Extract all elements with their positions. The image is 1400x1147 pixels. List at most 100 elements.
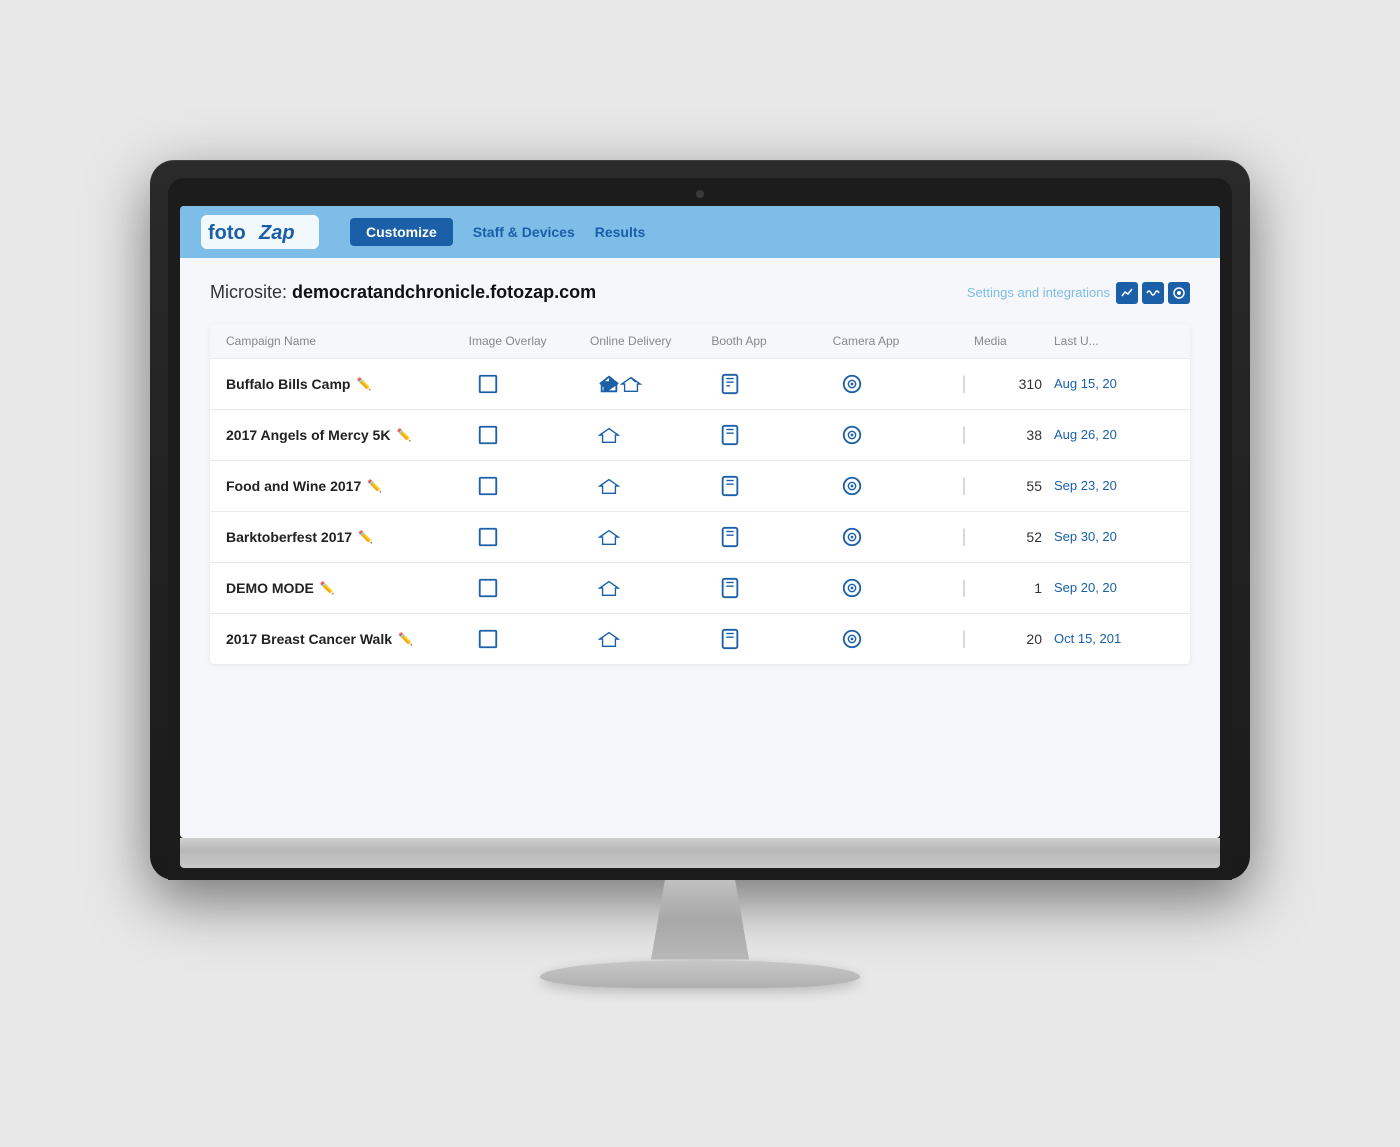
date-4: Sep 20, 20 — [1054, 580, 1174, 595]
svg-text:foto: foto — [208, 222, 246, 244]
app-header: foto Zap Customize Staff & Devices Resul… — [180, 206, 1220, 258]
campaign-name-text-0: Buffalo Bills Camp — [226, 376, 350, 392]
results-link[interactable]: Results — [595, 224, 646, 240]
edit-icon-0[interactable]: ✏️ — [356, 377, 371, 391]
table-row: 2017 Angels of Mercy 5K ✏️ — [210, 410, 1190, 461]
media-count-3: 52 — [974, 529, 1054, 545]
booth-app-icon-5[interactable] — [711, 628, 832, 650]
microsite-label: Microsite: — [210, 282, 287, 302]
camera-app-icon-1[interactable] — [833, 424, 954, 446]
campaign-name-text-1: 2017 Angels of Mercy 5K — [226, 427, 390, 443]
divider-0: | — [954, 373, 974, 394]
image-overlay-icon-2[interactable] — [469, 475, 590, 497]
table-row: Buffalo Bills Camp ✏️ — [210, 359, 1190, 410]
monitor-bezel: foto Zap Customize Staff & Devices Resul… — [168, 178, 1232, 880]
camera-app-icon-5[interactable] — [833, 628, 954, 650]
microsite-title: Microsite: democratandchronicle.fotozap.… — [210, 282, 596, 303]
online-delivery-icon-2[interactable] — [590, 475, 711, 497]
booth-app-icon-1[interactable] — [711, 424, 832, 446]
table-row: 2017 Breast Cancer Walk ✏️ — [210, 614, 1190, 664]
divider-2: | — [954, 475, 974, 496]
image-overlay-icon-3[interactable] — [469, 526, 590, 548]
booth-app-icon-3[interactable] — [711, 526, 832, 548]
camera-app-icon-0[interactable] — [833, 373, 954, 395]
image-overlay-icon-1[interactable] — [469, 424, 590, 446]
settings-icon-wave — [1142, 282, 1164, 304]
monitor-bottom — [180, 838, 1220, 868]
date-5: Oct 15, 201 — [1054, 631, 1174, 646]
staff-devices-link[interactable]: Staff & Devices — [473, 224, 575, 240]
online-delivery-icon-4[interactable] — [590, 577, 711, 599]
campaign-name-0: Buffalo Bills Camp ✏️ — [226, 376, 469, 392]
table-header: Campaign Name Image Overlay Online Deliv… — [210, 324, 1190, 359]
media-count-2: 55 — [974, 478, 1054, 494]
monitor-stand-neck — [630, 880, 770, 960]
campaign-name-4: DEMO MODE ✏️ — [226, 580, 469, 596]
monitor-outer: foto Zap Customize Staff & Devices Resul… — [150, 160, 1250, 880]
booth-app-icon-2[interactable] — [711, 475, 832, 497]
edit-icon-5[interactable]: ✏️ — [398, 632, 413, 646]
campaign-name-3: Barktoberfest 2017 ✏️ — [226, 529, 469, 545]
microsite-header: Microsite: democratandchronicle.fotozap.… — [210, 282, 1190, 304]
online-delivery-icon-0[interactable] — [590, 373, 711, 395]
campaign-name-text-4: DEMO MODE — [226, 580, 314, 596]
edit-icon-4[interactable]: ✏️ — [320, 581, 335, 595]
microsite-url: democratandchronicle.fotozap.com — [292, 282, 596, 302]
media-count-4: 1 — [974, 580, 1054, 596]
customize-button[interactable]: Customize — [350, 218, 453, 246]
camera-app-icon-2[interactable] — [833, 475, 954, 497]
logo-svg: foto Zap — [200, 214, 320, 250]
monitor-camera — [696, 190, 704, 198]
monitor-wrapper: foto Zap Customize Staff & Devices Resul… — [150, 160, 1250, 988]
table-row: Barktoberfest 2017 ✏️ — [210, 512, 1190, 563]
online-delivery-icon-1[interactable] — [590, 424, 711, 446]
online-delivery-icon-5[interactable] — [590, 628, 711, 650]
divider-4: | — [954, 577, 974, 598]
media-count-0: 310 — [974, 376, 1054, 392]
booth-app-icon-4[interactable] — [711, 577, 832, 599]
monitor-screen: foto Zap Customize Staff & Devices Resul… — [180, 206, 1220, 838]
edit-icon-2[interactable]: ✏️ — [367, 479, 382, 493]
settings-icon-chart — [1116, 282, 1138, 304]
th-last-update: Last U... — [1054, 334, 1174, 348]
campaign-name-5: 2017 Breast Cancer Walk ✏️ — [226, 631, 469, 647]
campaign-name-text-2: Food and Wine 2017 — [226, 478, 361, 494]
th-image-overlay: Image Overlay — [469, 334, 590, 348]
th-online-delivery: Online Delivery — [590, 334, 711, 348]
media-count-5: 20 — [974, 631, 1054, 647]
online-delivery-icon-3[interactable] — [590, 526, 711, 548]
settings-icon-circle — [1168, 282, 1190, 304]
divider-3: | — [954, 526, 974, 547]
image-overlay-icon-4[interactable] — [469, 577, 590, 599]
divider-1: | — [954, 424, 974, 445]
th-camera-app: Camera App — [833, 334, 954, 348]
settings-icons — [1116, 282, 1190, 304]
th-media: Media — [974, 334, 1054, 348]
camera-app-icon-3[interactable] — [833, 526, 954, 548]
media-count-1: 38 — [974, 427, 1054, 443]
divider-5: | — [954, 628, 974, 649]
image-overlay-icon-0[interactable] — [469, 373, 590, 395]
campaign-name-text-5: 2017 Breast Cancer Walk — [226, 631, 392, 647]
th-divider — [954, 334, 974, 348]
date-3: Sep 30, 20 — [1054, 529, 1174, 544]
settings-link[interactable]: Settings and integrations — [967, 282, 1190, 304]
logo: foto Zap — [200, 214, 320, 250]
date-2: Sep 23, 20 — [1054, 478, 1174, 493]
date-0: Aug 15, 20 — [1054, 376, 1174, 391]
campaign-name-1: 2017 Angels of Mercy 5K ✏️ — [226, 427, 469, 443]
image-overlay-icon-5[interactable] — [469, 628, 590, 650]
camera-app-icon-4[interactable] — [833, 577, 954, 599]
booth-app-icon-0[interactable] — [711, 373, 832, 395]
campaign-table: Campaign Name Image Overlay Online Deliv… — [210, 324, 1190, 664]
th-booth-app: Booth App — [711, 334, 832, 348]
settings-label: Settings and integrations — [967, 285, 1110, 300]
date-1: Aug 26, 20 — [1054, 427, 1174, 442]
edit-icon-3[interactable]: ✏️ — [358, 530, 373, 544]
campaign-name-2: Food and Wine 2017 ✏️ — [226, 478, 469, 494]
table-row: DEMO MODE ✏️ — [210, 563, 1190, 614]
edit-icon-1[interactable]: ✏️ — [396, 428, 411, 442]
app-content: Microsite: democratandchronicle.fotozap.… — [180, 258, 1220, 838]
svg-text:Zap: Zap — [258, 222, 295, 244]
monitor-stand-base — [540, 960, 860, 988]
